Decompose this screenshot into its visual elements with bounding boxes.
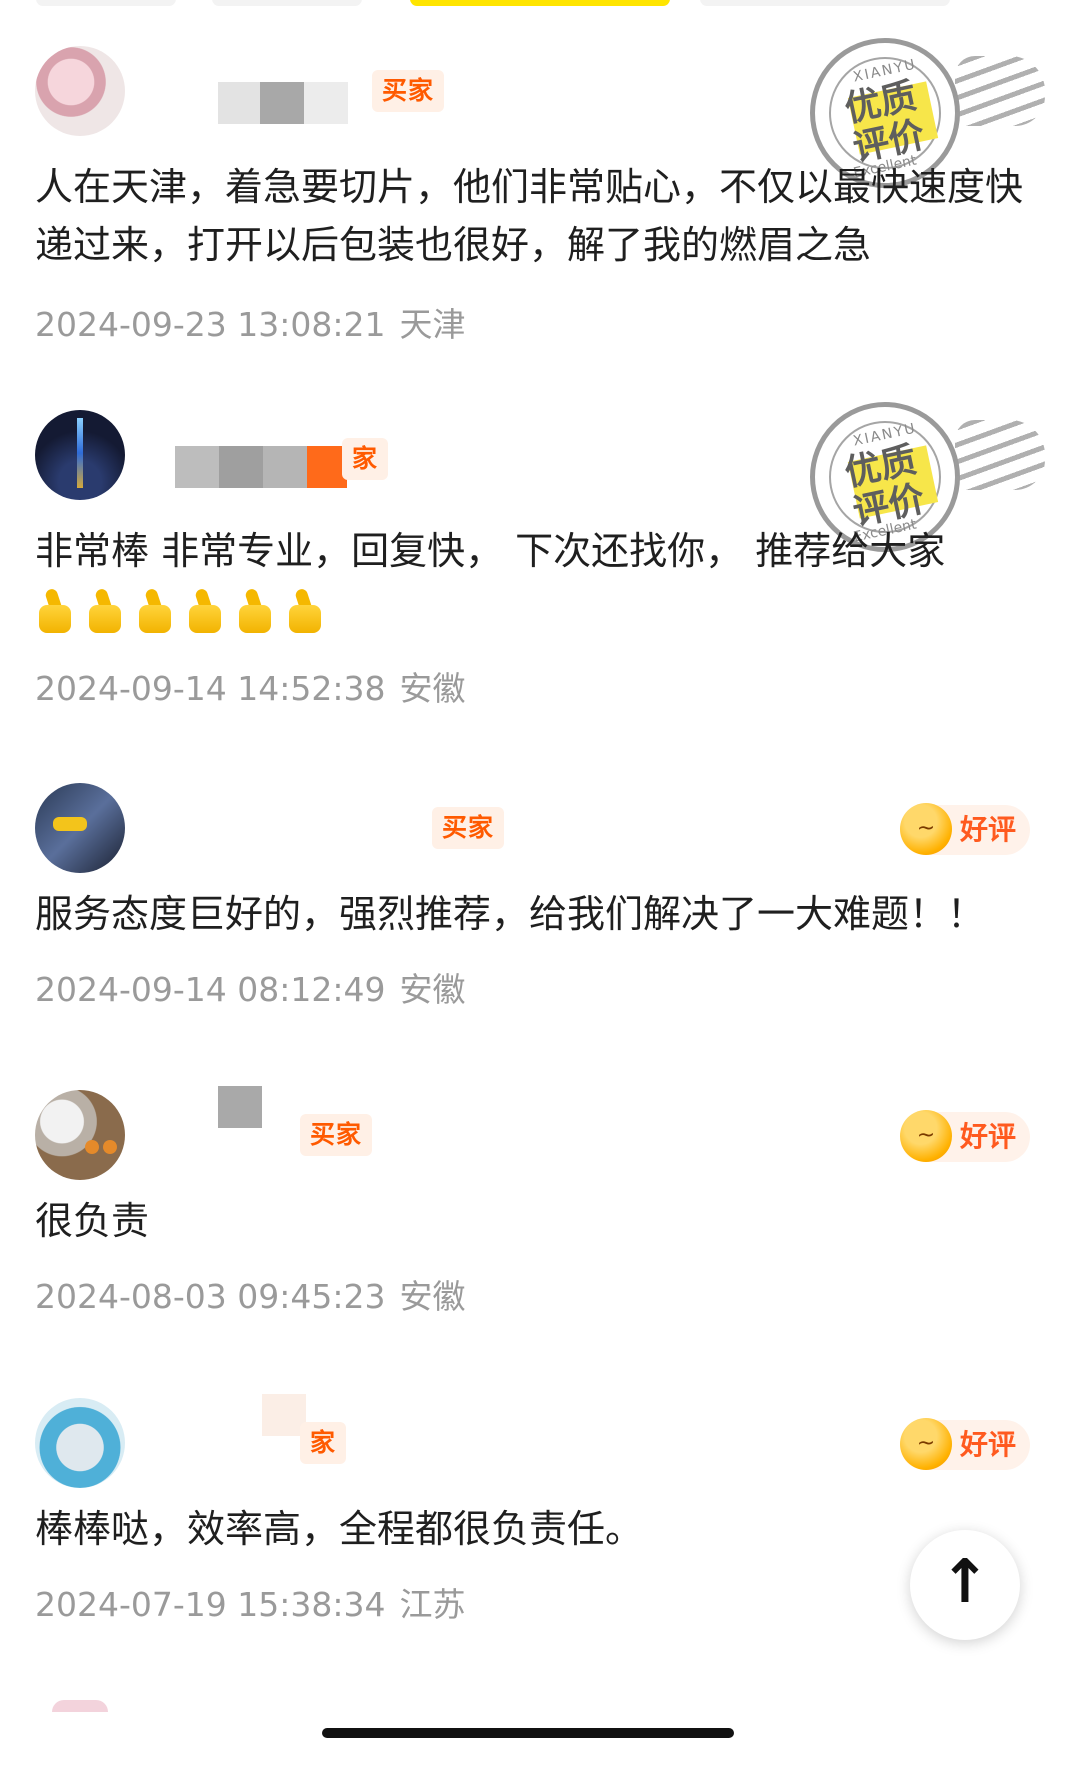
review-location: 天津 — [399, 305, 466, 344]
good-review-badge: ~ 好评 — [900, 1110, 1030, 1162]
review-meta: 2024-07-19 15:38:34 江苏 — [35, 1578, 479, 1626]
buyer-tag: 买家 — [432, 807, 505, 849]
review-meta: 2024-09-14 14:52:38 安徽 — [35, 662, 479, 710]
avatar[interactable] — [52, 1700, 108, 1712]
avatar[interactable] — [35, 1090, 125, 1180]
filter-tab[interactable] — [36, 0, 176, 6]
kiss-face-icon: ~ — [900, 1110, 952, 1162]
review-text: 人在天津，着急要切片，他们非常贴心，不仅以最快速度快递过来，打开以后包装也很好，… — [35, 165, 1024, 267]
review-location: 安徽 — [399, 970, 466, 1009]
review-text: 非常棒 非常专业，回复快， 下次还找你， 推荐给大家 — [35, 522, 1045, 638]
review-date: 2024-09-14 08:12:49 — [35, 970, 386, 1009]
thumbs-up-icon — [85, 589, 125, 635]
home-indicator[interactable] — [322, 1728, 734, 1738]
avatar[interactable] — [35, 46, 125, 136]
buyer-tag: 家 — [342, 438, 389, 480]
avatar[interactable] — [35, 410, 125, 500]
arrow-up-icon: ↑ — [939, 1547, 991, 1617]
review-location: 江苏 — [399, 1585, 466, 1624]
kiss-face-icon: ~ — [900, 803, 952, 855]
filter-tabs — [0, 0, 1080, 14]
filter-tab-active[interactable] — [410, 0, 670, 6]
avatar[interactable] — [35, 783, 125, 873]
avatar[interactable] — [35, 1398, 125, 1488]
review-meta: 2024-08-03 09:45:23 安徽 — [35, 1270, 479, 1318]
username-redacted — [175, 446, 347, 488]
username-redacted — [218, 1086, 264, 1128]
review-meta: 2024-09-23 13:08:21 天津 — [35, 298, 479, 346]
username-redacted — [218, 82, 368, 124]
filter-tab[interactable] — [700, 0, 950, 6]
review-meta: 2024-09-14 08:12:49 安徽 — [35, 963, 479, 1011]
good-review-badge: ~ 好评 — [900, 803, 1030, 855]
thumbs-up-row — [35, 580, 1045, 638]
review-date: 2024-08-03 09:45:23 — [35, 1277, 386, 1316]
review-text: 很负责 — [35, 1199, 150, 1243]
review-text: 服务态度巨好的，强烈推荐，给我们解决了一大难题！！ — [35, 892, 986, 936]
buyer-tag: 家 — [300, 1422, 347, 1464]
thumbs-up-icon — [135, 589, 175, 635]
buyer-tag: 买家 — [300, 1114, 373, 1156]
thumbs-up-icon — [35, 589, 75, 635]
thumbs-up-icon — [285, 589, 325, 635]
kiss-face-icon: ~ — [900, 1418, 952, 1470]
good-review-badge: ~ 好评 — [900, 1418, 1030, 1470]
review-date: 2024-09-14 14:52:38 — [35, 669, 386, 708]
filter-tab[interactable] — [212, 0, 362, 6]
review-location: 安徽 — [399, 1277, 466, 1316]
stamp-wave-lines — [955, 420, 1045, 490]
review-date: 2024-07-19 15:38:34 — [35, 1585, 386, 1624]
buyer-tag: 买家 — [372, 70, 445, 112]
stamp-wave-lines — [955, 56, 1045, 126]
review-location: 安徽 — [399, 669, 466, 708]
thumbs-up-icon — [235, 589, 275, 635]
back-to-top-button[interactable]: ↑ — [910, 1530, 1020, 1640]
thumbs-up-icon — [185, 589, 225, 635]
review-text: 棒棒哒，效率高，全程都很负责任。 — [35, 1507, 644, 1551]
review-date: 2024-09-23 13:08:21 — [35, 305, 386, 344]
